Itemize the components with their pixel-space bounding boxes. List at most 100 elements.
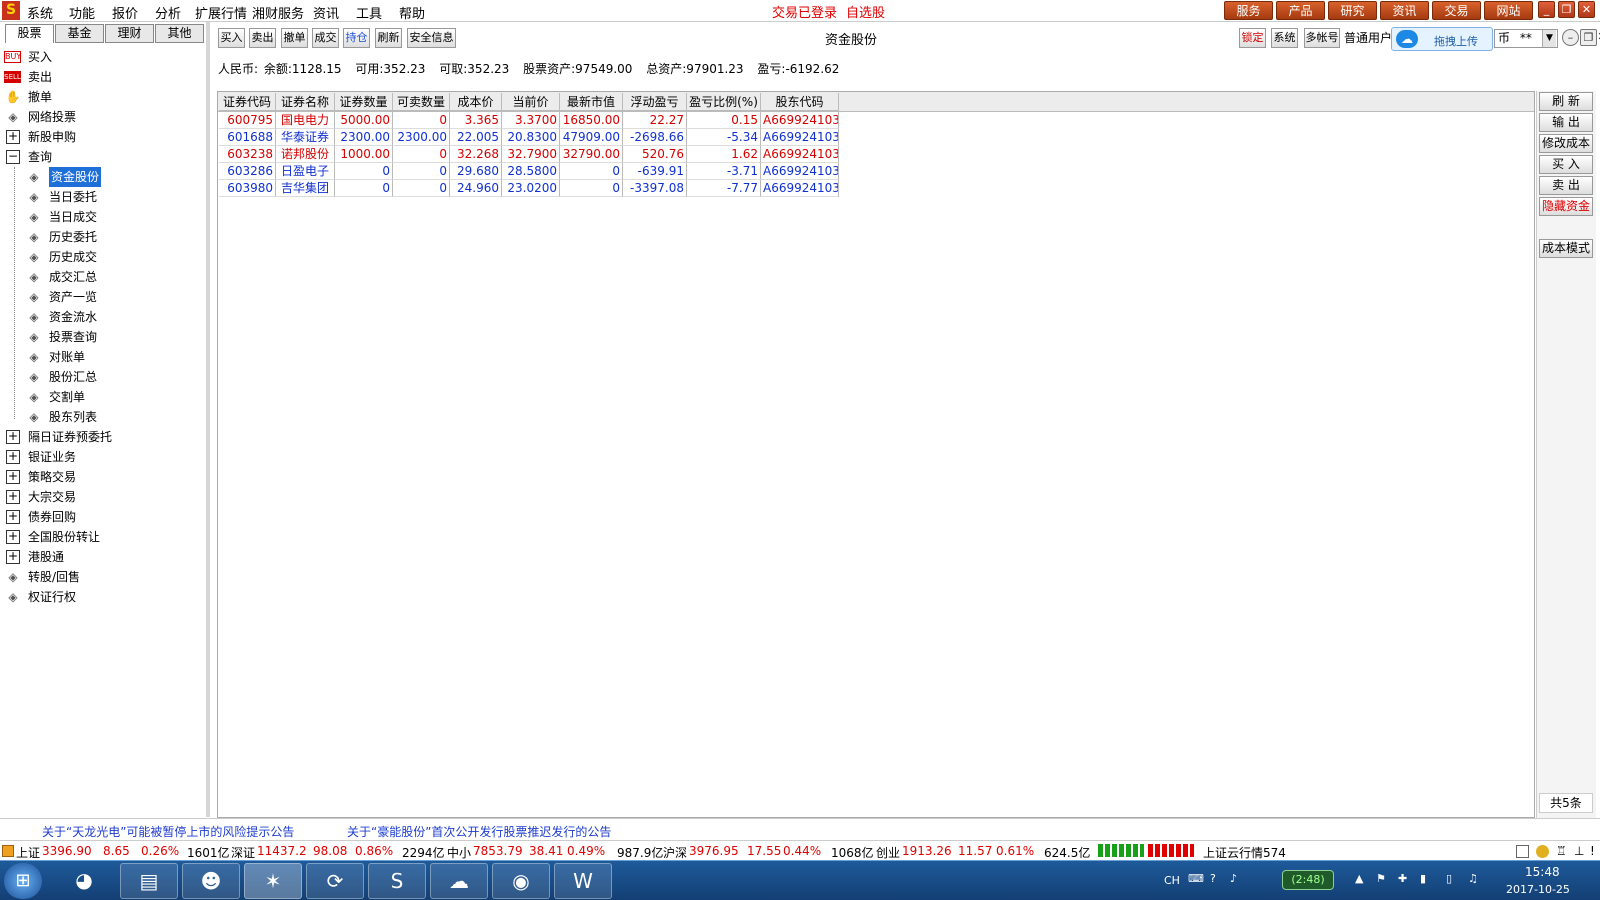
- 360-icon[interactable]: ⟳: [306, 863, 364, 899]
- toolbar-security-info-button[interactable]: 安全信息: [407, 28, 456, 48]
- news-item[interactable]: 关于“豪能股份”首次公开发行股票推迟发行的公告: [347, 823, 611, 840]
- keyboard-icon[interactable]: ⌨: [1188, 872, 1204, 885]
- s-browser-icon[interactable]: S: [368, 863, 426, 899]
- col-market-value-header[interactable]: 最新市值: [560, 93, 623, 111]
- tree-item[interactable]: ◈ 当日成交: [25, 207, 204, 227]
- cost-mode-button[interactable]: 成本模式: [1539, 239, 1593, 258]
- currency-select[interactable]: 币 ** ▼: [1494, 29, 1558, 48]
- panel-minimize-icon[interactable]: –: [1562, 29, 1579, 46]
- table-row[interactable]: 603238 诺邦股份 1000.00 0 32.268 32.7900 32790.00 5…: [218, 146, 839, 163]
- tree-item[interactable]: ◈ 对账单: [25, 347, 204, 367]
- tree-item[interactable]: ◈ 当日委托: [25, 187, 204, 207]
- table-row[interactable]: 600795 国电电力 5000.00 0 3.365 3.3700 16850.00 22.…: [218, 112, 839, 129]
- col-quantity-header[interactable]: 证券数量: [335, 93, 393, 111]
- research-button[interactable]: 研究: [1328, 1, 1377, 20]
- tree-item[interactable]: ◈ 历史成交: [25, 247, 204, 267]
- clock-date[interactable]: 2017-10-25: [1506, 883, 1570, 896]
- panel-restore-icon[interactable]: ❐: [1580, 29, 1597, 46]
- system-button[interactable]: 系统: [1271, 28, 1298, 48]
- tree-item[interactable]: ◈ 交割单: [25, 387, 204, 407]
- table-row[interactable]: 603980 吉华集团 0 0 24.960 23.0200 0 -3397.08 -7.77 A…: [218, 180, 839, 197]
- network-icon[interactable]: ▮: [1420, 872, 1426, 885]
- toolbar-cancel-button[interactable]: 撤单: [281, 28, 308, 48]
- tree-item[interactable]: ◈ 股份汇总: [25, 367, 204, 387]
- news-button[interactable]: 资讯: [1380, 1, 1429, 20]
- volume-icon[interactable]: ♫: [1468, 872, 1478, 885]
- toolbar-sell-button[interactable]: 卖出: [249, 28, 276, 48]
- tree-item[interactable]: + 隔日证券预委托: [4, 427, 204, 447]
- col-cost-header[interactable]: 成本价: [450, 93, 502, 111]
- battery-icon[interactable]: ▯: [1446, 872, 1452, 885]
- tree-item[interactable]: SELL 卖出: [4, 67, 204, 87]
- holdings-table[interactable]: 证券代码 证券名称 证券数量 可卖数量 成本价 当前价 最新市值 浮动盈亏 盈亏比例(%) 股东代…: [217, 91, 1535, 818]
- trophy-icon[interactable]: ♖: [1556, 844, 1567, 858]
- tree-item[interactable]: BUY 买入: [4, 47, 204, 67]
- tree-item[interactable]: + 债券回购: [4, 507, 204, 527]
- tab-stocks[interactable]: 股票: [5, 24, 54, 43]
- tab-funds[interactable]: 基金: [55, 24, 104, 43]
- menu-system[interactable]: 系统: [27, 3, 53, 22]
- menu-tools[interactable]: 工具: [356, 3, 382, 22]
- tree-item[interactable]: ◈ 资金股份: [25, 167, 204, 187]
- tree-item[interactable]: + 全国股份转让: [4, 527, 204, 547]
- tree-item[interactable]: + 银证业务: [4, 447, 204, 467]
- show-hidden-icons[interactable]: ▲: [1355, 872, 1363, 885]
- col-holder-code-header[interactable]: 股东代码: [761, 93, 839, 111]
- toolbar-holdings-button[interactable]: 持仓: [343, 28, 370, 48]
- tree-item[interactable]: + 大宗交易: [4, 487, 204, 507]
- col-code-header[interactable]: 证券代码: [219, 93, 276, 111]
- col-sellable-header[interactable]: 可卖数量: [393, 93, 450, 111]
- cloud-icon[interactable]: ☁: [430, 863, 488, 899]
- tree-item[interactable]: ◈ 网络投票: [4, 107, 204, 127]
- tree-item[interactable]: ◈ 投票查询: [25, 327, 204, 347]
- tree-item[interactable]: ◈ 股东列表: [25, 407, 204, 427]
- menu-quote[interactable]: 报价: [112, 3, 138, 22]
- w-icon[interactable]: W: [554, 863, 612, 899]
- tree-item[interactable]: + 策略交易: [4, 467, 204, 487]
- news-item[interactable]: 关于“天龙光电”可能被暂停上市的风险提示公告: [42, 823, 294, 840]
- trading-app-icon[interactable]: ✶: [244, 863, 302, 899]
- pin-icon[interactable]: ⊥: [1574, 844, 1584, 858]
- tab-wealth[interactable]: 理财: [105, 24, 154, 43]
- upload-popup[interactable]: ☁ 拖拽上传: [1391, 27, 1493, 51]
- tree-item[interactable]: ◈ 资产一览: [25, 287, 204, 307]
- cloud-quote-label[interactable]: 上证云行情574: [1203, 844, 1286, 861]
- close-icon[interactable]: ✕: [1578, 1, 1595, 18]
- multi-account-button[interactable]: 多帐号: [1304, 28, 1340, 48]
- battery-indicator[interactable]: (2:48): [1282, 870, 1334, 890]
- menu-extended-market[interactable]: 扩展行情: [195, 3, 247, 22]
- col-name-header[interactable]: 证券名称: [276, 93, 335, 111]
- trade-button[interactable]: 交易: [1432, 1, 1481, 20]
- alert-icon[interactable]: !: [1590, 844, 1595, 858]
- tree-item[interactable]: + 港股通: [4, 547, 204, 567]
- website-button[interactable]: 网站: [1484, 1, 1533, 20]
- menu-analysis[interactable]: 分析: [155, 3, 181, 22]
- browser-icon[interactable]: ◕: [55, 863, 113, 899]
- tree-item[interactable]: ◈ 成交汇总: [25, 267, 204, 287]
- export-button[interactable]: 输 出: [1539, 113, 1593, 132]
- col-price-header[interactable]: 当前价: [502, 93, 560, 111]
- restore-icon[interactable]: ❐: [1558, 1, 1575, 18]
- plus-icon[interactable]: ✚: [1398, 872, 1407, 885]
- window-icon[interactable]: [1516, 845, 1529, 858]
- help-icon[interactable]: ?: [1210, 872, 1216, 885]
- table-row[interactable]: 603286 日盈电子 0 0 29.680 28.5800 0 -639.91 -3.71 A6…: [218, 163, 839, 180]
- tree-item[interactable]: − 查询: [4, 147, 204, 167]
- folder-icon[interactable]: ▤: [120, 863, 178, 899]
- refresh-button[interactable]: 刷 新: [1539, 92, 1593, 111]
- panel-close-icon[interactable]: ✕: [1596, 29, 1600, 46]
- language-indicator[interactable]: CH: [1164, 874, 1180, 887]
- lock-button[interactable]: 锁定: [1239, 28, 1266, 48]
- flag-icon[interactable]: ⚑: [1376, 872, 1386, 885]
- product-button[interactable]: 产品: [1276, 1, 1325, 20]
- tree-item[interactable]: ◈ 历史委托: [25, 227, 204, 247]
- microphone-icon[interactable]: ♪: [1230, 872, 1237, 885]
- tree-item[interactable]: ◈ 资金流水: [25, 307, 204, 327]
- service-button[interactable]: 服务: [1224, 1, 1273, 20]
- edit-cost-button[interactable]: 修改成本: [1539, 134, 1593, 153]
- menu-news[interactable]: 资讯: [313, 3, 339, 22]
- coin-icon[interactable]: [1536, 845, 1549, 858]
- sogou-icon[interactable]: ☻: [182, 863, 240, 899]
- tab-other[interactable]: 其他: [155, 24, 204, 43]
- buy-button[interactable]: 买 入: [1539, 155, 1593, 174]
